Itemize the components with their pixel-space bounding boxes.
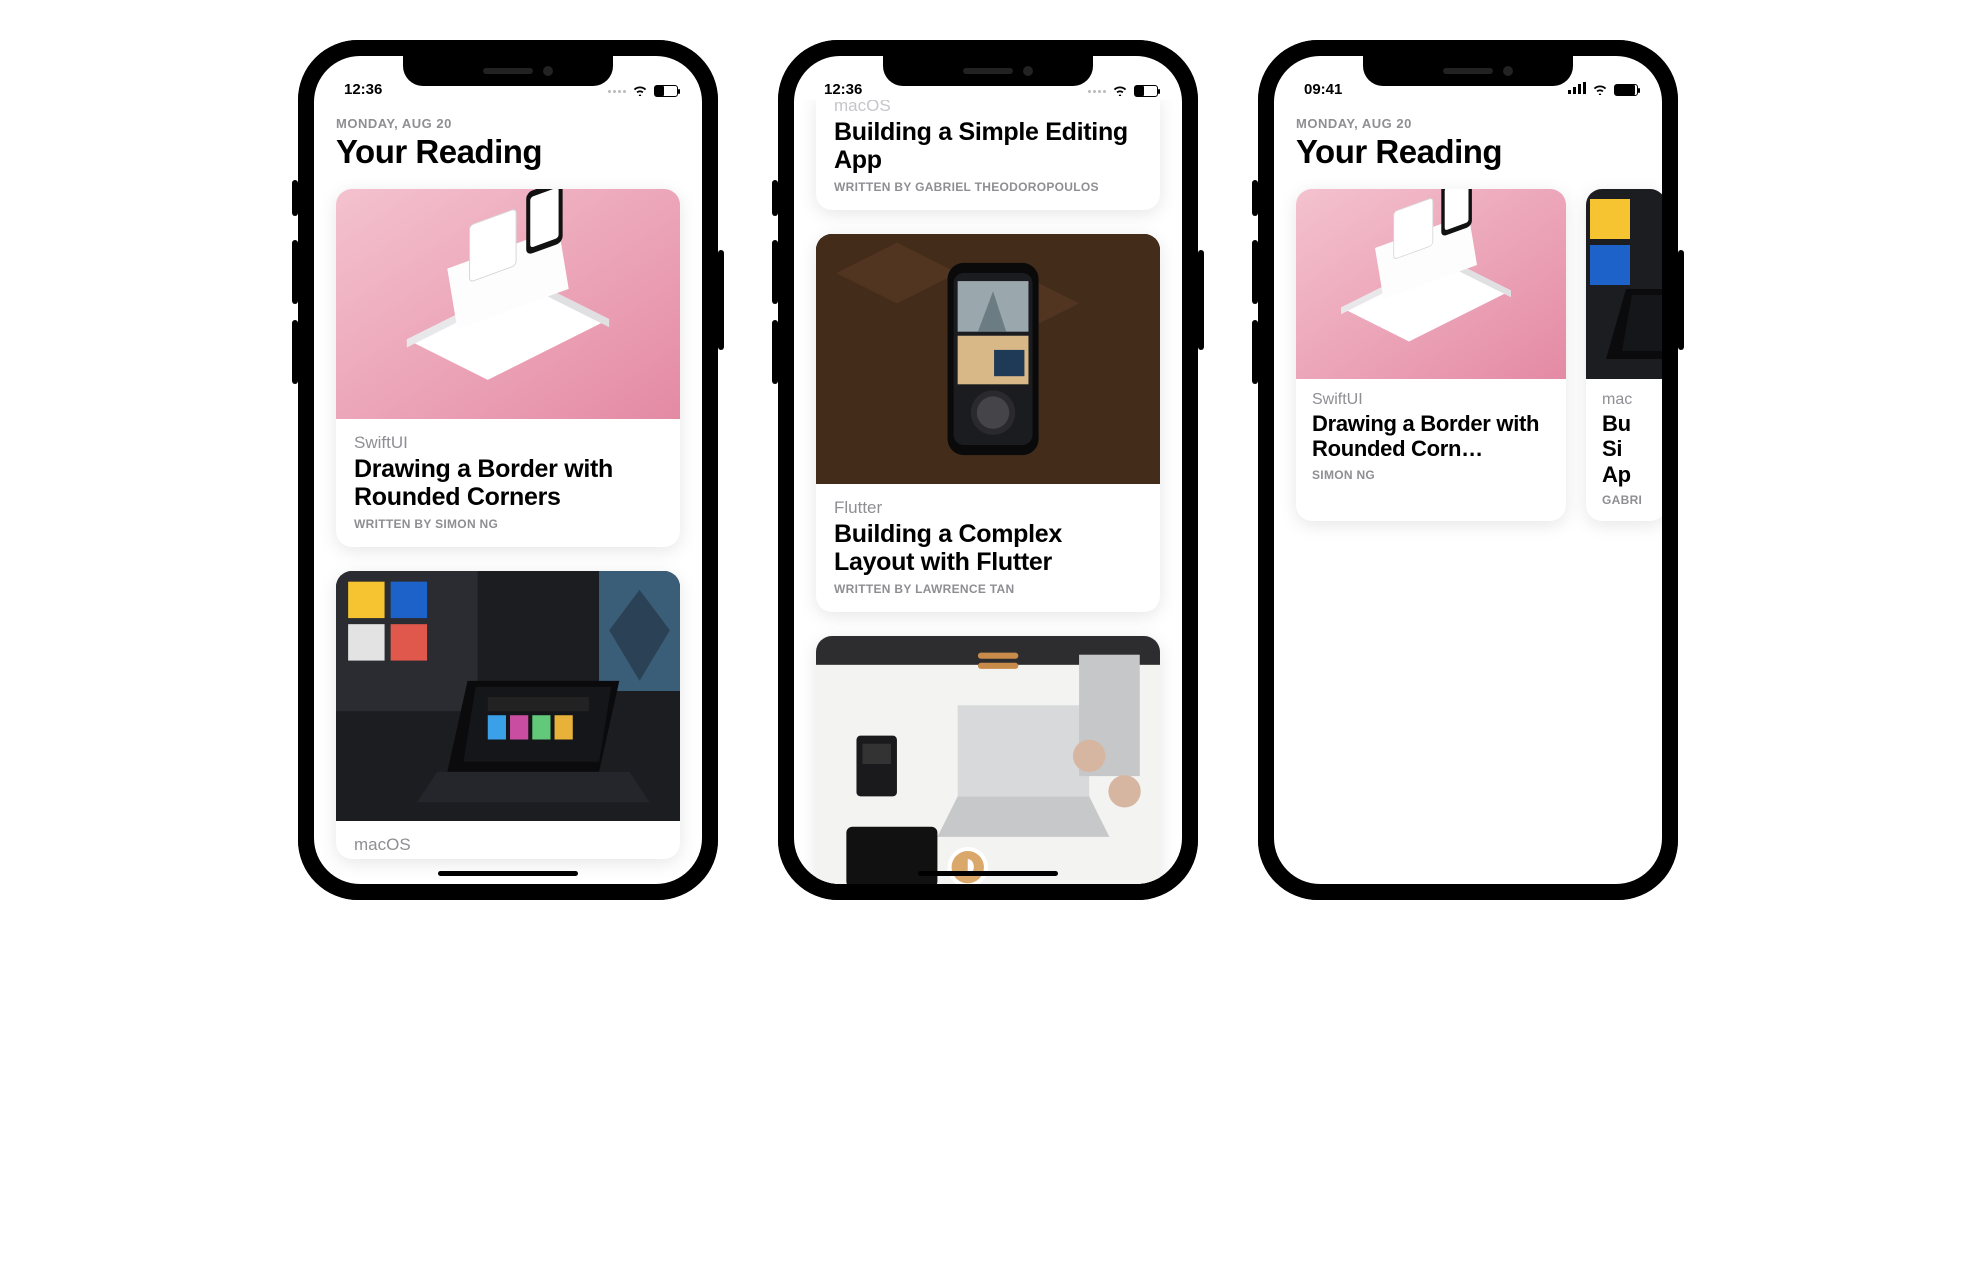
carousel-card[interactable]: SwiftUI Drawing a Border with Rounded Co… bbox=[1296, 189, 1566, 521]
device-frame-2: 12:36 macOS Building a Simple Editing Ap… bbox=[778, 40, 1198, 900]
home-indicator[interactable] bbox=[918, 871, 1058, 876]
article-card[interactable] bbox=[816, 636, 1160, 884]
screen-2: 12:36 macOS Building a Simple Editing Ap… bbox=[794, 56, 1182, 884]
card-category: macOS bbox=[834, 100, 1142, 116]
screen-3: 09:41 MONDAY, AUG 20 Your Reading bbox=[1274, 56, 1662, 884]
content-scroll[interactable]: macOS Building a Simple Editing App WRIT… bbox=[794, 100, 1182, 884]
page-title: Your Reading bbox=[1296, 133, 1640, 171]
article-card[interactable]: SwiftUI Drawing a Border with Rounded Co… bbox=[336, 189, 680, 547]
card-author: WRITTEN BY LAWRENCE TAN bbox=[834, 582, 1142, 596]
card-title: Drawing a Border with Rounded Corners bbox=[354, 455, 662, 511]
card-category: mac bbox=[1602, 391, 1662, 409]
card-title: Bu Si Ap bbox=[1602, 411, 1662, 487]
card-title: Building a Simple Editing App bbox=[834, 118, 1142, 174]
card-category: SwiftUI bbox=[354, 433, 662, 453]
cellular-dots-icon bbox=[1088, 90, 1106, 93]
status-time: 12:36 bbox=[344, 81, 382, 98]
card-author: WRITTEN BY SIMON NG bbox=[354, 517, 662, 531]
article-card[interactable]: macOS bbox=[336, 571, 680, 859]
card-image bbox=[336, 189, 680, 419]
battery-icon bbox=[654, 85, 678, 97]
device-frame-3: 09:41 MONDAY, AUG 20 Your Reading bbox=[1258, 40, 1678, 900]
wifi-icon bbox=[632, 84, 648, 98]
cellular-dots-icon bbox=[608, 90, 626, 93]
card-image bbox=[1586, 189, 1662, 379]
card-image bbox=[816, 636, 1160, 884]
article-card[interactable]: Flutter Building a Complex Layout with F… bbox=[816, 234, 1160, 612]
card-author: WRITTEN BY GABRIEL THEODOROPOULOS bbox=[834, 180, 1142, 194]
notch bbox=[1363, 56, 1573, 86]
card-author: SIMON NG bbox=[1312, 468, 1550, 482]
card-category: SwiftUI bbox=[1312, 391, 1550, 409]
device-frame-1: 12:36 MONDAY, AUG 20 Your Reading bbox=[298, 40, 718, 900]
battery-icon bbox=[1614, 84, 1638, 96]
card-image bbox=[336, 571, 680, 821]
content-scroll[interactable]: MONDAY, AUG 20 Your Reading bbox=[1274, 100, 1662, 884]
card-title: Building a Complex Layout with Flutter bbox=[834, 520, 1142, 576]
card-image bbox=[1296, 189, 1566, 379]
wifi-icon bbox=[1592, 83, 1608, 97]
screen-1: 12:36 MONDAY, AUG 20 Your Reading bbox=[314, 56, 702, 884]
cellular-signal-icon bbox=[1568, 81, 1586, 98]
date-label: MONDAY, AUG 20 bbox=[1296, 116, 1640, 131]
status-time: 09:41 bbox=[1304, 81, 1342, 98]
battery-icon bbox=[1134, 85, 1158, 97]
card-author: GABRI bbox=[1602, 493, 1662, 507]
page-title: Your Reading bbox=[336, 133, 680, 171]
card-category: macOS bbox=[354, 835, 662, 855]
card-category: Flutter bbox=[834, 498, 1142, 518]
home-indicator[interactable] bbox=[438, 871, 578, 876]
carousel-card[interactable]: mac Bu Si Ap GABRI bbox=[1586, 189, 1662, 521]
date-label: MONDAY, AUG 20 bbox=[336, 116, 680, 131]
notch bbox=[883, 56, 1093, 86]
content-scroll[interactable]: MONDAY, AUG 20 Your Reading bbox=[314, 100, 702, 884]
wifi-icon bbox=[1112, 84, 1128, 98]
card-title: Drawing a Border with Rounded Corn… bbox=[1312, 411, 1550, 462]
article-carousel[interactable]: SwiftUI Drawing a Border with Rounded Co… bbox=[1296, 189, 1640, 521]
card-image bbox=[816, 234, 1160, 484]
notch bbox=[403, 56, 613, 86]
status-time: 12:36 bbox=[824, 81, 862, 98]
article-card[interactable]: macOS Building a Simple Editing App WRIT… bbox=[816, 100, 1160, 210]
